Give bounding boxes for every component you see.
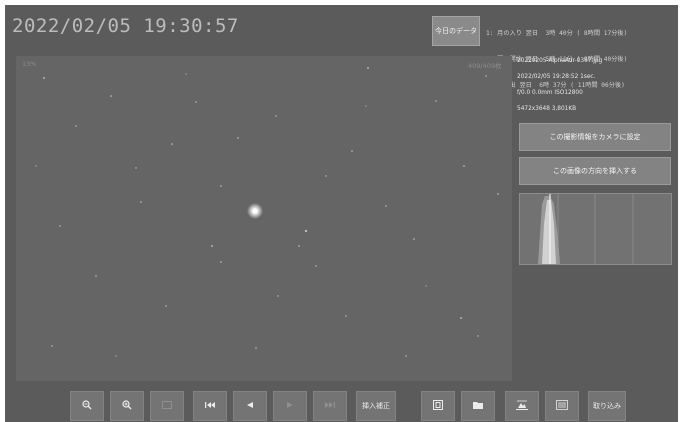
frame-counter: 409/409枚 (468, 62, 502, 70)
next-frame-button[interactable] (273, 391, 307, 421)
export-button[interactable] (421, 391, 455, 421)
info-filename: 20220205-AlphaAur-0367.jpg (517, 58, 603, 64)
import-button[interactable]: 取り込み (588, 391, 626, 421)
fit-screen-icon (162, 401, 172, 411)
zoom-level: 13% (22, 60, 37, 68)
star-field-image (35, 67, 499, 357)
magnifier-minus-icon (82, 400, 92, 412)
folder-icon (473, 401, 483, 411)
insert-direction-button[interactable]: この画像の方向を挿入する (519, 157, 671, 185)
current-datetime: 2022/02/05 19:30:57 (12, 15, 239, 37)
previous-icon (247, 402, 253, 410)
info-shot-time: 2022/02/05 19:28:52 1sec. (517, 74, 596, 80)
zoom-in-button[interactable] (110, 391, 144, 421)
event-moonset: 1: 月の入り 翌日 3時 40分 ( 8時間 17分後) (486, 30, 628, 38)
set-camera-button[interactable]: この撮影情報をカメラに設定 (519, 123, 671, 151)
last-frame-button[interactable] (313, 391, 347, 421)
skip-first-icon (205, 402, 215, 410)
fit-screen-button[interactable] (150, 391, 184, 421)
insert-correction-button[interactable]: 挿入補正 (356, 391, 396, 421)
list-settings-icon (556, 400, 568, 412)
settings-list-button[interactable] (545, 391, 579, 421)
histogram (519, 193, 672, 265)
info-size: 5472x3648 3,801KB (517, 106, 577, 112)
open-folder-button[interactable] (461, 391, 495, 421)
next-icon (287, 402, 293, 410)
export-icon (433, 400, 443, 412)
skip-last-icon (325, 402, 335, 410)
landscape-icon (516, 400, 528, 412)
zoom-out-button[interactable] (70, 391, 104, 421)
landscape-button[interactable] (505, 391, 539, 421)
magnifier-plus-icon (122, 400, 132, 412)
today-data-button[interactable]: 今日のデータ (432, 16, 480, 46)
image-viewer[interactable] (16, 56, 512, 381)
previous-frame-button[interactable] (233, 391, 267, 421)
first-frame-button[interactable] (193, 391, 227, 421)
info-lens: f/0.0 0.0mm ISO12800 (517, 90, 583, 96)
